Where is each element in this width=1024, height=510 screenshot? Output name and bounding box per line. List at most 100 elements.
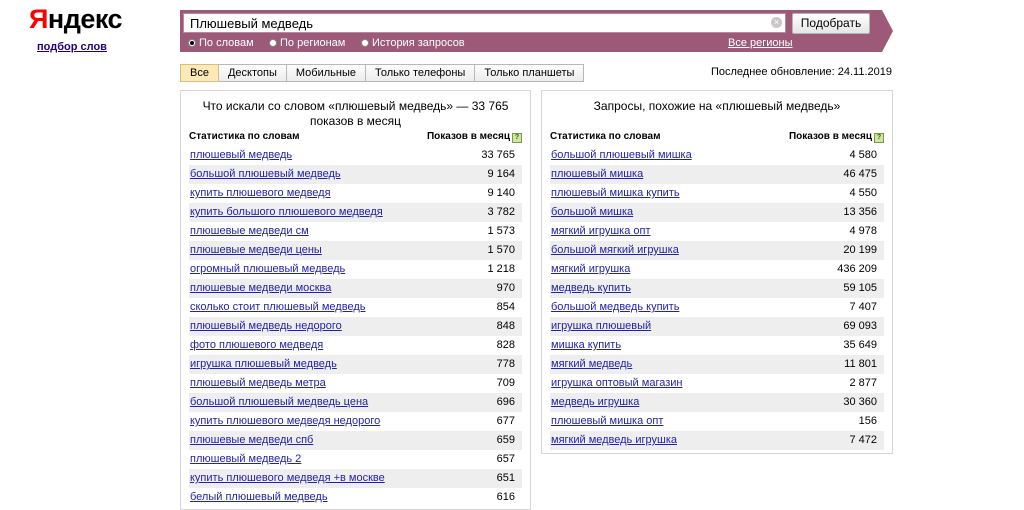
shows-count: 677 [496,415,515,427]
query-link[interactable]: плюшевый мишка опт [551,415,663,427]
query-link[interactable]: медведь купить [551,282,631,294]
table-row: мишка купить 35 649 [550,336,884,355]
shows-count: 616 [496,491,515,503]
radio-dot [269,39,277,47]
similar-panel: Запросы, похожие на «плюшевый медведь» С… [541,90,893,454]
query-link[interactable]: купить большого плюшевого медведя [190,206,383,218]
shows-count: 46 475 [843,168,877,180]
radio-history[interactable]: История запросов [361,37,465,49]
query-link[interactable]: плюшевые медведи москва [190,282,331,294]
shows-count: 11 801 [844,358,877,370]
shows-count: 30 360 [843,396,877,408]
shows-count: 1 570 [487,244,515,256]
query-link[interactable]: большой мишка [551,206,633,218]
clear-icon[interactable]: × [771,17,782,28]
device-tabs: Все Десктопы Мобильные Только телефоны Т… [180,64,585,82]
table-row: плюшевый мишка 46 475 [550,165,884,184]
table-row: мягкий медведь игрушка 7 472 [550,431,884,450]
col-shows-label: Показов в месяц [788,131,872,142]
query-link[interactable]: игрушка плюшевый медведь [190,358,337,370]
query-link[interactable]: мягкий игрушка [551,263,630,275]
table-row: сколько стоит плюшевый медведь 854 [189,298,522,317]
shows-count: 696 [496,396,515,408]
query-link[interactable]: плюшевый мишка купить [551,187,680,199]
shows-count: 1 573 [487,225,515,237]
tab-all[interactable]: Все [180,64,219,82]
query-link[interactable]: белый плюшевый медведь [190,491,328,503]
query-link[interactable]: игрушка оптовый магазин [551,377,682,389]
table-row: купить большого плюшевого медведя 3 782 [189,203,522,222]
logo-first-letter: Я [29,4,48,34]
query-link[interactable]: купить плюшевого медведя недорого [190,415,380,427]
last-update: Последнее обновление: 24.11.2019 [710,66,892,78]
query-link[interactable]: купить плюшевого медведя [190,187,331,199]
table-row: большой плюшевый мишка 4 580 [550,146,884,165]
shows-count: 156 [858,415,877,427]
table-row: купить плюшевого медведя 9 140 [189,184,522,203]
radio-by-words[interactable]: По словам [188,37,254,49]
query-link[interactable]: мишка купить [551,339,621,351]
col-shows-header: Показов в месяц? [427,131,522,143]
wordstat-link[interactable]: подбор слов [37,41,107,53]
submit-button[interactable]: Подобрать [792,13,870,34]
query-link[interactable]: сколько стоит плюшевый медведь [190,301,365,313]
table-row: игрушка плюшевый медведь 778 [189,355,522,374]
shows-count: 20 199 [843,244,877,256]
query-link[interactable]: плюшевый медведь [190,149,292,161]
shows-count: 4 978 [849,225,877,237]
query-link[interactable]: большой плюшевый медведь [190,168,341,180]
shows-count: 9 140 [487,187,515,199]
search-input[interactable] [183,13,786,33]
panel-title: Что искали со словом «плюшевый медведь» … [202,99,509,128]
query-link[interactable]: плюшевый медведь недорого [190,320,342,332]
query-link[interactable]: мягкий игрушка опт [551,225,651,237]
tab-desktops[interactable]: Десктопы [218,64,287,82]
table-header: Статистика по словам Показов в месяц? [189,131,522,145]
query-link[interactable]: плюшевые медведи см [190,225,309,237]
tab-phones[interactable]: Только телефоны [365,64,476,82]
shows-count: 651 [496,472,515,484]
query-link[interactable]: большой плюшевый мишка [551,149,692,161]
query-link[interactable]: медведь игрушка [551,396,639,408]
yandex-logo[interactable]: Яндекс [29,4,123,34]
logo-rest: ндекс [47,4,123,34]
all-regions-link[interactable]: Все регионы [728,37,793,49]
shows-count: 854 [496,301,515,313]
col-words-header: Статистика по словам [550,131,661,142]
query-link[interactable]: большой медведь купить [551,301,679,313]
radio-by-regions[interactable]: По регионам [269,37,345,49]
tab-tablets[interactable]: Только планшеты [475,64,585,82]
query-link[interactable]: плюшевый медведь 2 [190,453,301,465]
shows-count: 1 218 [487,263,515,275]
help-icon[interactable]: ? [874,133,884,143]
table-row: фото плюшевого медведя 828 [189,336,522,355]
help-icon[interactable]: ? [512,133,522,143]
query-link[interactable]: купить плюшевого медведя +в москве [190,472,385,484]
query-link[interactable]: плюшевый медведь метра [190,377,326,389]
table-row: купить плюшевого медведя недорого 677 [189,412,522,431]
query-link[interactable]: мягкий медведь игрушка [551,434,677,446]
query-link[interactable]: большой плюшевый медведь цена [190,396,368,408]
table-row: игрушка оптовый магазин 2 877 [550,374,884,393]
query-link[interactable]: плюшевые медведи спб [190,434,313,446]
panel-title: Запросы, похожие на «плюшевый медведь» [593,99,841,113]
shows-count: 9 164 [487,168,515,180]
query-link[interactable]: фото плюшевого медведя [190,339,323,351]
col-shows-label: Показов в месяц [426,131,510,142]
shows-count: 657 [496,453,515,465]
query-link[interactable]: плюшевые медведи цены [190,244,322,256]
query-link[interactable]: плюшевый мишка [551,168,643,180]
query-link[interactable]: мягкий медведь [551,358,632,370]
tab-mobile[interactable]: Мобильные [286,64,366,82]
table-row: плюшевый мишка опт 156 [550,412,884,431]
query-link[interactable]: игрушка плюшевый [551,320,651,332]
table-header: Статистика по словам Показов в месяц? [550,131,884,145]
query-link[interactable]: большой мягкий игрушка [551,244,679,256]
table-row: купить плюшевого медведя +в москве 651 [189,469,522,488]
words-table: плюшевый медведь 33 765 большой плюшевый м… [189,146,522,507]
radio-label: По регионам [280,37,346,49]
shows-count: 4 580 [849,149,877,161]
table-row: большой мишка 13 356 [550,203,884,222]
query-link[interactable]: огромный плюшевый медведь [190,263,345,275]
shows-count: 59 105 [843,282,877,294]
